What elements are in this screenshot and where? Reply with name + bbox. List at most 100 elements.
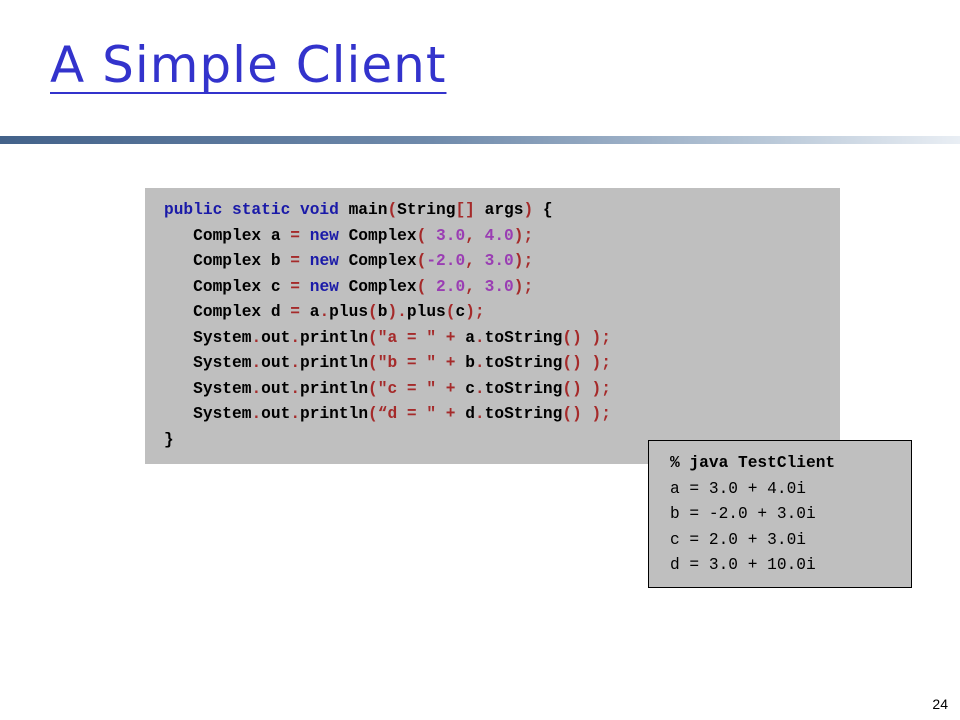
code-token: . bbox=[251, 329, 262, 347]
code-token: plus bbox=[329, 303, 369, 321]
code-token: = bbox=[290, 278, 310, 296]
console-line: a = 3.0 + 4.0i bbox=[670, 480, 806, 498]
code-line: System.out.println("a = " + a.toString()… bbox=[164, 328, 611, 348]
code-token: ( bbox=[368, 303, 378, 321]
code-token: . bbox=[251, 405, 262, 423]
code-token: + bbox=[436, 405, 466, 423]
code-token: ); bbox=[513, 278, 534, 296]
code-token: System bbox=[164, 405, 252, 423]
code-token: . bbox=[319, 303, 330, 321]
code-line: Complex c = new Complex( 2.0, 3.0); bbox=[164, 277, 533, 297]
code-line: Complex d = a.plus(b).plus(c); bbox=[164, 302, 485, 322]
code-token: . bbox=[290, 380, 301, 398]
code-token: Complex d bbox=[164, 303, 291, 321]
code-line: System.out.println("c = " + c.toString()… bbox=[164, 379, 611, 399]
code-token: () ); bbox=[562, 405, 611, 423]
code-token: toString bbox=[484, 329, 563, 347]
code-token: 3.0 bbox=[484, 278, 514, 296]
code-token: b bbox=[377, 303, 388, 321]
code-token: Complex a bbox=[164, 227, 291, 245]
console-line: c = 2.0 + 3.0i bbox=[670, 531, 806, 549]
code-token: ( bbox=[416, 278, 437, 296]
code-token: ); bbox=[513, 227, 534, 245]
code-token: “d = " bbox=[377, 405, 437, 423]
console-command: % java TestClient bbox=[670, 454, 836, 472]
code-token: () ); bbox=[562, 329, 611, 347]
code-token: ( bbox=[368, 405, 378, 423]
code-token: Complex bbox=[348, 278, 417, 296]
code-token: ). bbox=[387, 303, 407, 321]
code-token: . bbox=[290, 354, 301, 372]
code-token: "a = " bbox=[377, 329, 437, 347]
code-block: public static void main(String[] args) {… bbox=[145, 188, 840, 464]
code-token: + bbox=[436, 380, 466, 398]
code-token: ( bbox=[416, 227, 437, 245]
code-token: , bbox=[465, 252, 485, 270]
code-token: System bbox=[164, 329, 252, 347]
code-line: public static void main(String[] args) { bbox=[164, 200, 553, 220]
code-token: "c = " bbox=[377, 380, 437, 398]
code-token: println bbox=[300, 380, 369, 398]
code-token: () ); bbox=[562, 380, 611, 398]
code-token: ( bbox=[387, 201, 398, 219]
code-token: . bbox=[290, 329, 301, 347]
code-token: = bbox=[290, 227, 310, 245]
code-token: ); bbox=[513, 252, 534, 270]
code-token: toString bbox=[484, 405, 563, 423]
code-token: Complex bbox=[348, 252, 417, 270]
console-line: b = -2.0 + 3.0i bbox=[670, 505, 816, 523]
code-token: main bbox=[348, 201, 388, 219]
code-token: out bbox=[261, 354, 291, 372]
code-token: . bbox=[251, 354, 262, 372]
code-token: new bbox=[309, 227, 349, 245]
code-token: { bbox=[533, 201, 553, 219]
code-line: Complex a = new Complex( 3.0, 4.0); bbox=[164, 226, 533, 246]
code-token: ( bbox=[368, 380, 378, 398]
slide-title: A Simple Client bbox=[50, 36, 447, 94]
code-token: ( bbox=[368, 354, 378, 372]
code-token: "b = " bbox=[377, 354, 437, 372]
title-divider bbox=[0, 136, 960, 144]
code-token: public static void bbox=[164, 201, 349, 219]
code-token: 3.0 bbox=[436, 227, 466, 245]
code-token: = bbox=[290, 252, 310, 270]
code-line: } bbox=[164, 430, 174, 450]
code-token: . bbox=[474, 329, 485, 347]
code-line: System.out.println("b = " + b.toString()… bbox=[164, 353, 611, 373]
code-token: 3.0 bbox=[484, 252, 514, 270]
code-token: String bbox=[397, 201, 456, 219]
code-token: . bbox=[474, 405, 485, 423]
code-token: a bbox=[465, 329, 475, 347]
code-token: toString bbox=[484, 354, 563, 372]
code-token: c bbox=[465, 380, 475, 398]
code-token: toString bbox=[484, 380, 563, 398]
code-token: -2.0 bbox=[426, 252, 466, 270]
code-token: + bbox=[436, 354, 466, 372]
code-token: System bbox=[164, 354, 252, 372]
console-line: d = 3.0 + 10.0i bbox=[670, 556, 816, 574]
code-token: a bbox=[309, 303, 320, 321]
code-token: out bbox=[261, 405, 291, 423]
code-token: Complex b bbox=[164, 252, 291, 270]
code-token: out bbox=[261, 380, 291, 398]
code-token: () ); bbox=[562, 354, 611, 372]
code-token: ); bbox=[465, 303, 485, 321]
code-token: , bbox=[465, 278, 485, 296]
code-token: plus bbox=[406, 303, 446, 321]
code-token: b bbox=[465, 354, 475, 372]
code-token: , bbox=[465, 227, 485, 245]
code-token: println bbox=[300, 329, 369, 347]
code-line: System.out.println(“d = " + d.toString()… bbox=[164, 404, 611, 424]
console-output: % java TestClient a = 3.0 + 4.0i b = -2.… bbox=[648, 440, 912, 588]
code-token: . bbox=[474, 380, 485, 398]
code-token: new bbox=[309, 278, 349, 296]
code-token: 2.0 bbox=[436, 278, 466, 296]
code-token: . bbox=[290, 405, 301, 423]
code-token: println bbox=[300, 354, 369, 372]
code-token: . bbox=[474, 354, 485, 372]
code-token: out bbox=[261, 329, 291, 347]
code-token: args bbox=[484, 201, 524, 219]
code-token: 4.0 bbox=[484, 227, 514, 245]
code-token: . bbox=[251, 380, 262, 398]
code-token: System bbox=[164, 380, 252, 398]
